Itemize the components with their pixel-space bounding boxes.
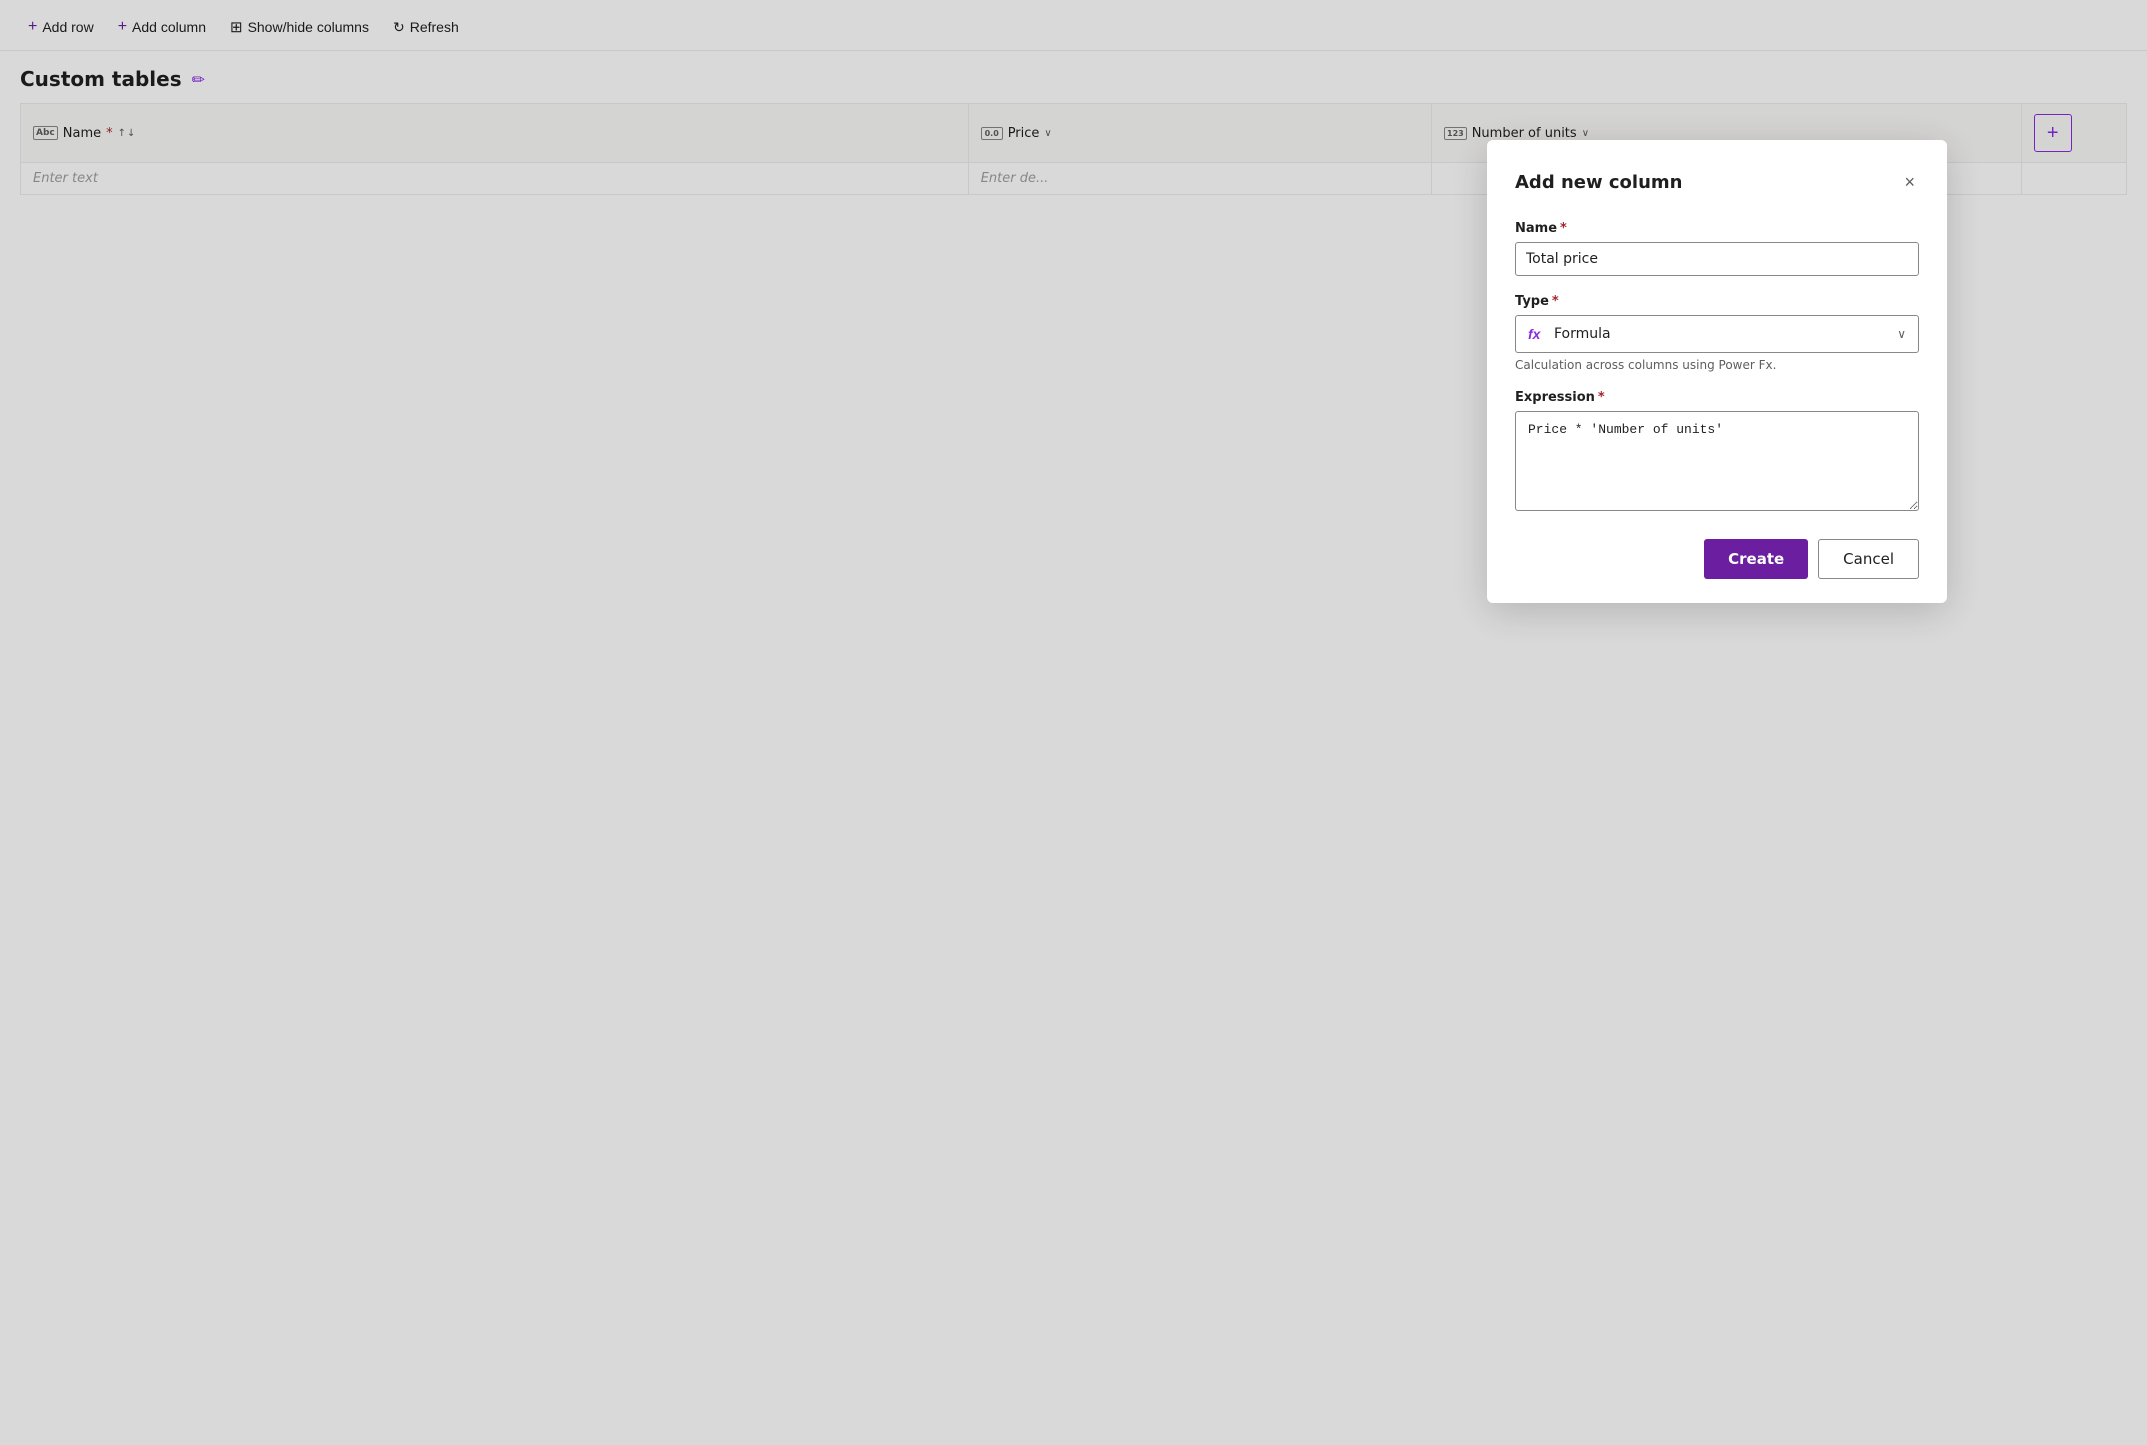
type-field-label: Type *	[1515, 294, 1919, 309]
name-field-label: Name *	[1515, 221, 1919, 236]
name-field-group: Name *	[1515, 221, 1919, 276]
add-column-dialog: Add new column × Name * Type * fx Formul…	[1487, 140, 1947, 603]
dialog-actions: Create Cancel	[1515, 539, 1919, 579]
name-input[interactable]	[1515, 242, 1919, 276]
modal-overlay: Add new column × Name * Type * fx Formul…	[0, 0, 2147, 1445]
expression-textarea[interactable]: Price * 'Number of units'	[1515, 411, 1919, 511]
select-chevron-icon: ∨	[1897, 327, 1906, 341]
dialog-title: Add new column	[1515, 172, 1682, 193]
type-value-label: Formula	[1554, 326, 1611, 342]
close-icon: ×	[1904, 172, 1915, 193]
fx-icon: fx	[1528, 326, 1546, 342]
name-required-star: *	[1560, 221, 1567, 236]
type-select[interactable]: fx Formula ∨	[1515, 315, 1919, 353]
expression-field-group: Expression * Price * 'Number of units'	[1515, 390, 1919, 515]
expression-label-text: Expression	[1515, 390, 1595, 405]
dialog-close-button[interactable]: ×	[1900, 168, 1919, 197]
expression-required-star: *	[1598, 390, 1605, 405]
expression-field-label: Expression *	[1515, 390, 1919, 405]
type-field-group: Type * fx Formula ∨ Calculation across c…	[1515, 294, 1919, 372]
dialog-header: Add new column ×	[1515, 168, 1919, 197]
type-hint: Calculation across columns using Power F…	[1515, 358, 1919, 372]
name-label-text: Name	[1515, 221, 1557, 236]
type-label-text: Type	[1515, 294, 1549, 309]
create-button[interactable]: Create	[1704, 539, 1808, 579]
cancel-button[interactable]: Cancel	[1818, 539, 1919, 579]
type-required-star: *	[1552, 294, 1559, 309]
